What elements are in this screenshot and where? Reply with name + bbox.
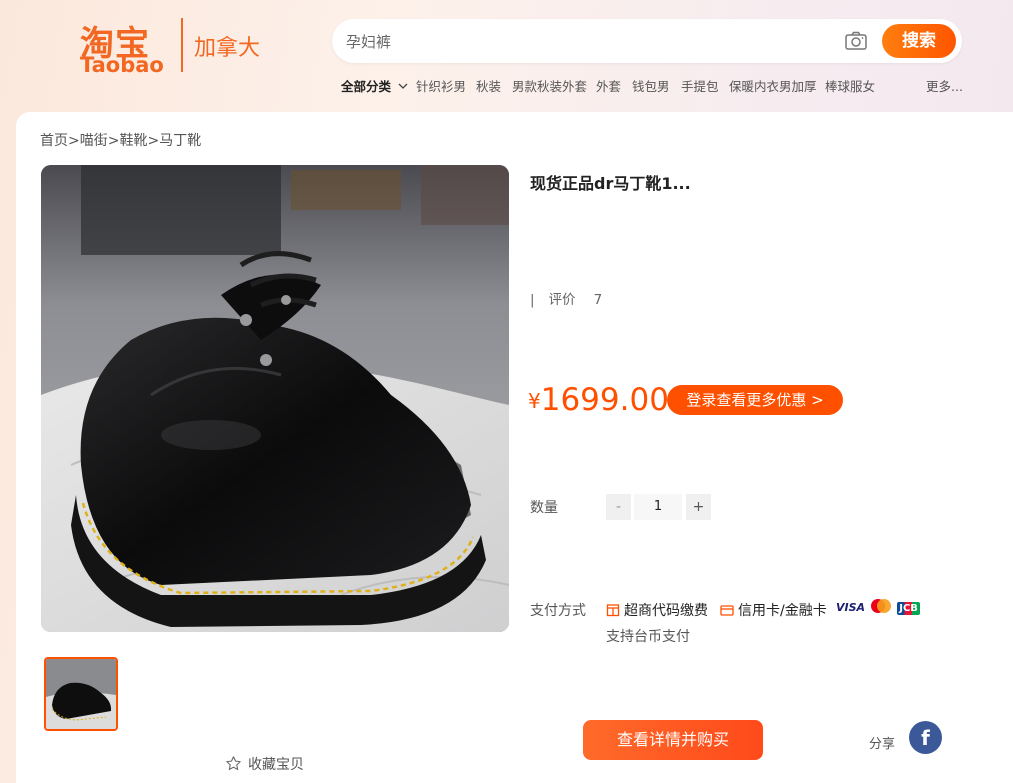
search-input[interactable] (344, 29, 828, 55)
favorite-button[interactable]: 收藏宝贝 (225, 754, 304, 774)
quantity-decrement-button[interactable]: - (606, 494, 631, 520)
review-summary[interactable]: | 评价 7 (530, 288, 602, 308)
login-promo-button[interactable]: 登录查看更多优惠 > (667, 385, 843, 415)
mastercard-logo (871, 599, 892, 613)
chevron-down-icon (398, 83, 408, 89)
credit-card-icon (720, 605, 734, 616)
jcb-logo: JCB (897, 602, 920, 615)
nav-item[interactable]: 秋装 (476, 76, 501, 95)
search-button[interactable]: 搜索 (882, 24, 956, 58)
taobao-logo[interactable]: 淘宝 Taobao 加拿大 (78, 16, 278, 77)
product-title: 现货正品dr马丁靴1... (530, 174, 691, 193)
facebook-share-icon[interactable]: f (909, 721, 942, 754)
nav-all-categories-label: 全部分类 (341, 79, 392, 94)
card-brand-logos: VISA JCB (836, 598, 920, 616)
breadcrumb: 首页>喵街>鞋靴>马丁靴 (40, 133, 202, 149)
nav-item[interactable]: 棒球服女 (825, 76, 875, 95)
product-price: ¥1699.00 (528, 382, 669, 418)
quantity-input[interactable]: 1 (634, 494, 682, 520)
product-card: 首页>喵街>鞋靴>马丁靴 收藏宝贝 现货正品dr马丁靴1... | 评价 7 ¥… (16, 112, 1013, 783)
star-icon (226, 756, 241, 771)
store-icon (606, 604, 620, 617)
nav-item[interactable]: 外套 (596, 76, 621, 95)
review-label: 评价 (548, 292, 576, 308)
search-bar: 搜索 (332, 19, 962, 63)
camera-icon[interactable] (844, 29, 868, 53)
payment-option-label: 信用卡/金融卡 (738, 603, 827, 619)
quantity-increment-button[interactable]: + (686, 494, 711, 520)
region-label: 加拿大 (194, 36, 261, 61)
share-label: 分享 (869, 737, 896, 752)
nav-all-categories[interactable]: 全部分类 (341, 76, 408, 95)
currency-symbol: ¥ (528, 389, 541, 413)
logo-english-text: Taobao (80, 53, 164, 77)
visa-logo: VISA (836, 601, 866, 614)
product-main-image[interactable] (41, 165, 509, 632)
nav-item[interactable]: 针织衫男 (416, 76, 466, 95)
breadcrumb-item[interactable]: 首页 (40, 133, 68, 149)
quantity-label: 数量 (530, 500, 558, 516)
review-count: 7 (593, 292, 603, 308)
payment-option-convenience-store[interactable]: 超商代码缴费 (606, 600, 708, 620)
price-value: 1699.00 (540, 382, 669, 418)
payment-option-label: 超商代码缴费 (624, 603, 708, 619)
site-header: 淘宝 Taobao 加拿大 搜索 全部分类 针织衫男 秋装 男款秋装外套 外套 … (0, 0, 1013, 112)
breadcrumb-item[interactable]: 鞋靴 (119, 133, 147, 149)
nav-item[interactable]: 男款秋装外套 (512, 76, 587, 95)
product-thumbnail[interactable] (44, 657, 118, 731)
nav-item[interactable]: 钱包男 (632, 76, 670, 95)
payment-note: 支持台币支付 (606, 629, 690, 645)
nav-more[interactable]: 更多... (926, 76, 963, 95)
favorite-label: 收藏宝贝 (248, 757, 304, 773)
breadcrumb-item[interactable]: 马丁靴 (159, 133, 201, 149)
payment-label: 支付方式 (530, 603, 586, 619)
separator: | (530, 292, 535, 308)
logo-divider (181, 18, 183, 72)
nav-item[interactable]: 手提包 (681, 76, 719, 95)
breadcrumb-item[interactable]: 喵街 (80, 133, 108, 149)
payment-option-credit-card[interactable]: 信用卡/金融卡 (720, 600, 827, 620)
view-details-buy-button[interactable]: 查看详情并购买 (583, 720, 763, 760)
nav-item[interactable]: 保暖内衣男加厚 (729, 76, 817, 95)
category-nav: 全部分类 针织衫男 秋装 男款秋装外套 外套 钱包男 手提包 保暖内衣男加厚 棒… (341, 76, 971, 96)
